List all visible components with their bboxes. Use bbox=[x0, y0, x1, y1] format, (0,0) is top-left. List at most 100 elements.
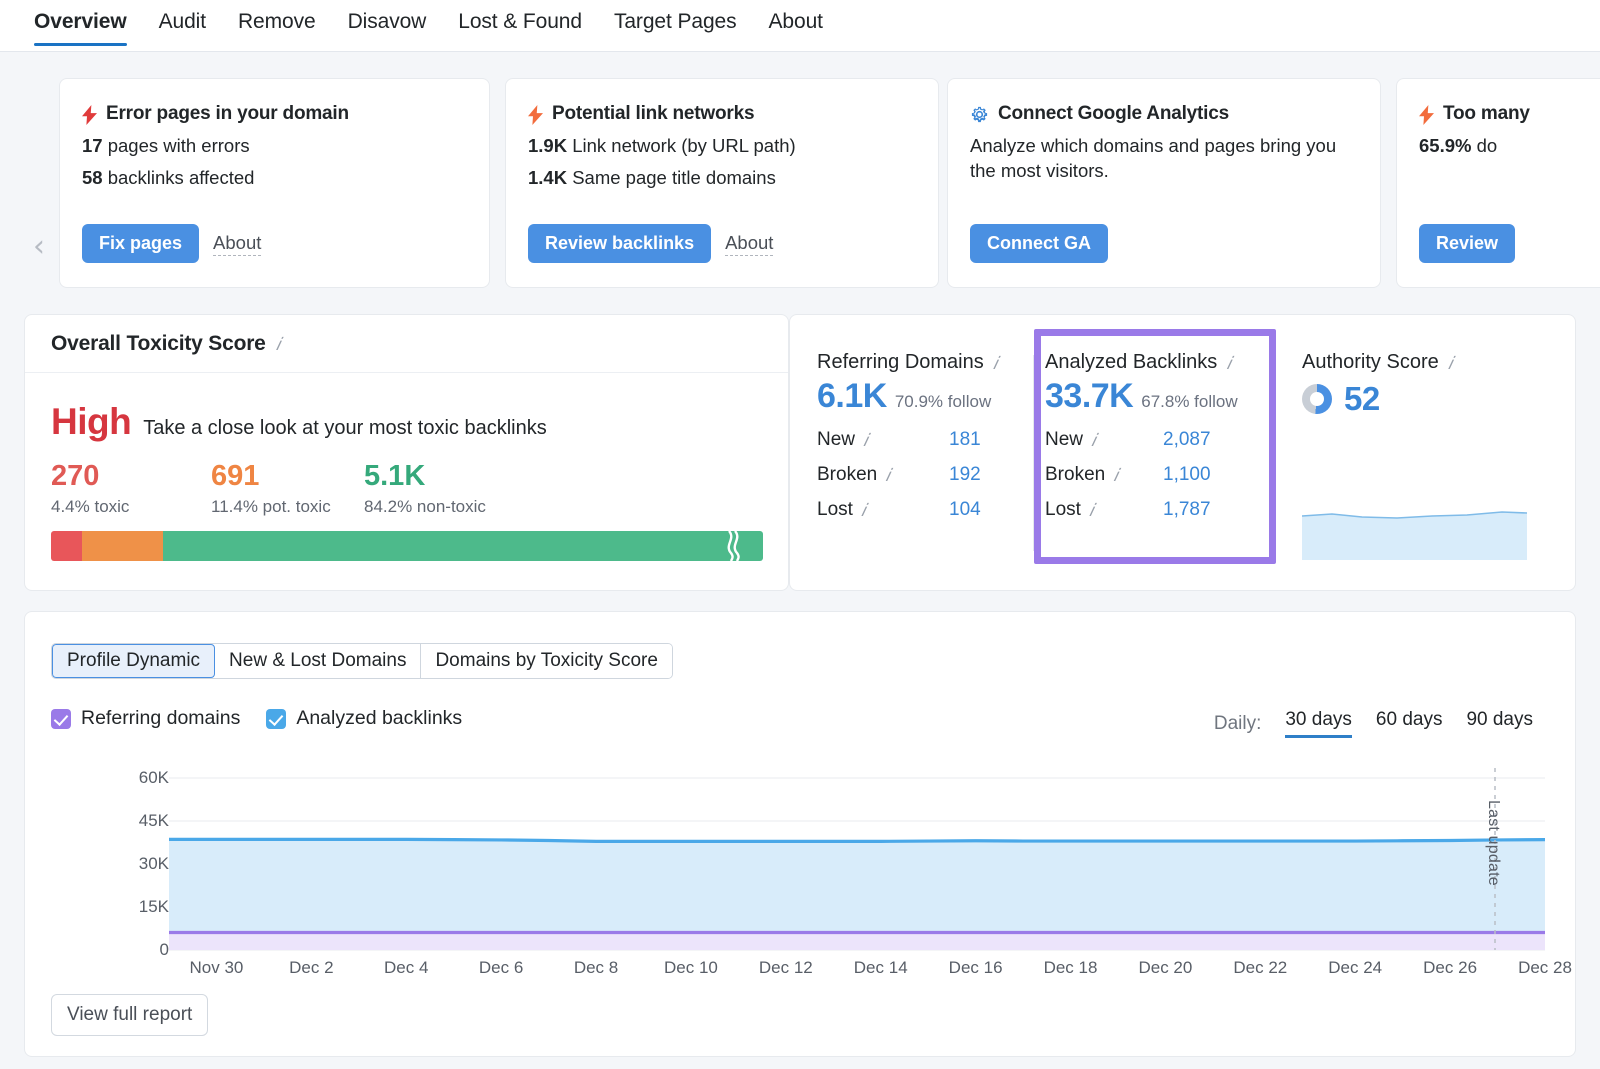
tab-lost-and-found-label: Lost & Found bbox=[458, 10, 582, 33]
range-option-90-days[interactable]: 90 days bbox=[1466, 709, 1533, 738]
info-icon[interactable]: 𝑖 bbox=[885, 466, 890, 484]
checkbox-checked-icon[interactable] bbox=[266, 709, 286, 729]
connect-ga-button[interactable]: Connect GA bbox=[970, 224, 1108, 263]
card-title: Error pages in your domain bbox=[106, 103, 349, 125]
card-potential-link-networks[interactable]: Potential link networks 1.9K Link networ… bbox=[505, 78, 939, 288]
tab-audit-label: Audit bbox=[159, 10, 206, 33]
date-range-control: Daily: 30 days 60 days 90 days bbox=[1214, 709, 1533, 738]
review-button[interactable]: Review bbox=[1419, 224, 1515, 263]
x-axis-tick: Dec 8 bbox=[550, 958, 642, 978]
row-value[interactable]: 181 bbox=[949, 429, 981, 451]
toxicity-level-badge: High bbox=[51, 401, 131, 443]
row-label: Broken bbox=[1045, 464, 1105, 486]
legend-item-analyzed-backlinks[interactable]: Analyzed backlinks bbox=[266, 707, 462, 730]
stat-sublabel: 4.4% toxic bbox=[51, 497, 211, 517]
chart-svg bbox=[25, 760, 1577, 980]
card-connect-google-analytics[interactable]: Connect Google Analytics Analyze which d… bbox=[947, 78, 1381, 288]
tab-about[interactable]: About bbox=[753, 9, 839, 46]
main-tab-bar: Overview Audit Remove Disavow Lost & Fou… bbox=[0, 0, 1600, 52]
stat-sublabel: 11.4% pot. toxic bbox=[211, 497, 364, 517]
y-axis-tick: 60K bbox=[109, 768, 169, 788]
metric-label: Authority Score bbox=[1302, 351, 1439, 374]
info-icon[interactable]: 𝑖 bbox=[861, 501, 866, 519]
tab-target-pages[interactable]: Target Pages bbox=[598, 9, 753, 46]
metric-header: Authority Score 𝑖 bbox=[1302, 351, 1557, 374]
info-icon[interactable]: 𝑖 bbox=[1113, 466, 1118, 484]
view-full-report-button[interactable]: View full report bbox=[51, 994, 208, 1036]
bolt-icon-orange bbox=[528, 105, 543, 125]
info-icon[interactable]: 𝑖 bbox=[863, 431, 868, 449]
card-error-pages[interactable]: Error pages in your domain 17 pages with… bbox=[59, 78, 490, 288]
backlink-audit-overview-page: Overview Audit Remove Disavow Lost & Fou… bbox=[0, 0, 1600, 1069]
authority-score-sparkline bbox=[1302, 507, 1527, 560]
info-icon[interactable]: 𝑖 bbox=[276, 335, 281, 353]
card-header: Too many bbox=[1419, 103, 1600, 125]
about-link[interactable]: About bbox=[213, 232, 261, 256]
card-stat-line-2: 1.4K Same page title domains bbox=[528, 167, 916, 189]
tab-disavow[interactable]: Disavow bbox=[332, 9, 443, 46]
bar-break-squiggle-icon bbox=[725, 531, 741, 561]
card-stat-1-value: 65.9% bbox=[1419, 135, 1471, 156]
x-axis-tick: Dec 10 bbox=[645, 958, 737, 978]
metric-follow-pct: 67.8% follow bbox=[1141, 392, 1237, 412]
tab-domains-by-toxicity-score[interactable]: Domains by Toxicity Score bbox=[421, 644, 671, 678]
checkbox-checked-icon[interactable] bbox=[51, 709, 71, 729]
x-axis-tick: Dec 26 bbox=[1404, 958, 1496, 978]
metric-row-new: New𝑖 181 bbox=[817, 429, 1042, 451]
about-link[interactable]: About bbox=[725, 232, 773, 256]
metric-value[interactable]: 33.7K bbox=[1045, 377, 1133, 416]
review-backlinks-button[interactable]: Review backlinks bbox=[528, 224, 711, 263]
row-value[interactable]: 192 bbox=[949, 464, 981, 486]
info-icon[interactable]: 𝑖 bbox=[1091, 431, 1096, 449]
row-value[interactable]: 2,087 bbox=[1163, 429, 1211, 451]
bolt-icon-orange bbox=[1419, 105, 1434, 125]
metric-row-broken: Broken𝑖 1,100 bbox=[1045, 464, 1290, 486]
card-actions: Review bbox=[1419, 224, 1515, 263]
bar-segment-non-toxic bbox=[163, 531, 763, 561]
tab-profile-dynamic[interactable]: Profile Dynamic bbox=[52, 644, 215, 678]
card-stat-line-1: 65.9% do bbox=[1419, 135, 1600, 157]
tab-lost-and-found[interactable]: Lost & Found bbox=[442, 9, 598, 46]
x-axis-tick: Dec 16 bbox=[930, 958, 1022, 978]
stat-value: 270 bbox=[51, 460, 211, 492]
metric-analyzed-backlinks: Analyzed Backlinks 𝑖 33.7K 67.8% follow … bbox=[1045, 351, 1290, 521]
tab-overview[interactable]: Overview bbox=[18, 9, 143, 46]
range-option-30-days[interactable]: 30 days bbox=[1285, 709, 1352, 738]
chevron-left-icon[interactable]: ‹ bbox=[26, 232, 52, 262]
bar-segment-potentially-toxic bbox=[82, 531, 163, 561]
chart-view-tabs: Profile Dynamic New & Lost Domains Domai… bbox=[51, 643, 673, 679]
tab-remove[interactable]: Remove bbox=[222, 9, 332, 46]
info-icon[interactable]: 𝑖 bbox=[993, 354, 998, 372]
x-axis-tick: Dec 4 bbox=[360, 958, 452, 978]
tab-new-and-lost-domains[interactable]: New & Lost Domains bbox=[215, 644, 421, 678]
legend-item-referring-domains[interactable]: Referring domains bbox=[51, 707, 240, 730]
card-header: Potential link networks bbox=[528, 103, 916, 125]
info-icon[interactable]: 𝑖 bbox=[1089, 501, 1094, 519]
card-stat-2-value: 1.4K bbox=[528, 167, 567, 188]
stat-value: 691 bbox=[211, 460, 364, 492]
x-axis-tick: Nov 30 bbox=[170, 958, 262, 978]
row-label: New bbox=[1045, 429, 1083, 451]
row-value[interactable]: 1,100 bbox=[1163, 464, 1211, 486]
gear-icon bbox=[970, 105, 989, 124]
metric-primary-value-row: 6.1K 70.9% follow bbox=[817, 377, 1042, 416]
card-too-many-partial[interactable]: Too many 65.9% do Review bbox=[1396, 78, 1600, 288]
range-option-60-days[interactable]: 60 days bbox=[1376, 709, 1443, 738]
profile-dynamic-panel: Profile Dynamic New & Lost Domains Domai… bbox=[24, 611, 1576, 1057]
row-value[interactable]: 104 bbox=[949, 499, 981, 521]
tab-about-label: About bbox=[769, 10, 823, 33]
x-axis-tick: Dec 6 bbox=[455, 958, 547, 978]
metric-value[interactable]: 6.1K bbox=[817, 377, 887, 416]
row-value[interactable]: 1,787 bbox=[1163, 499, 1211, 521]
card-stat-1-text: do bbox=[1471, 135, 1497, 156]
stat-sublabel: 84.2% non-toxic bbox=[364, 497, 564, 517]
fix-pages-button[interactable]: Fix pages bbox=[82, 224, 199, 263]
info-icon[interactable]: 𝑖 bbox=[1226, 354, 1231, 372]
tab-target-pages-label: Target Pages bbox=[614, 10, 737, 33]
info-icon[interactable]: 𝑖 bbox=[1448, 354, 1453, 372]
tab-audit[interactable]: Audit bbox=[143, 9, 222, 46]
range-prefix-label: Daily: bbox=[1214, 713, 1262, 735]
y-axis-tick: 15K bbox=[109, 897, 169, 917]
x-axis-tick: Dec 18 bbox=[1025, 958, 1117, 978]
card-stat-line-2: 58 backlinks affected bbox=[82, 167, 467, 189]
